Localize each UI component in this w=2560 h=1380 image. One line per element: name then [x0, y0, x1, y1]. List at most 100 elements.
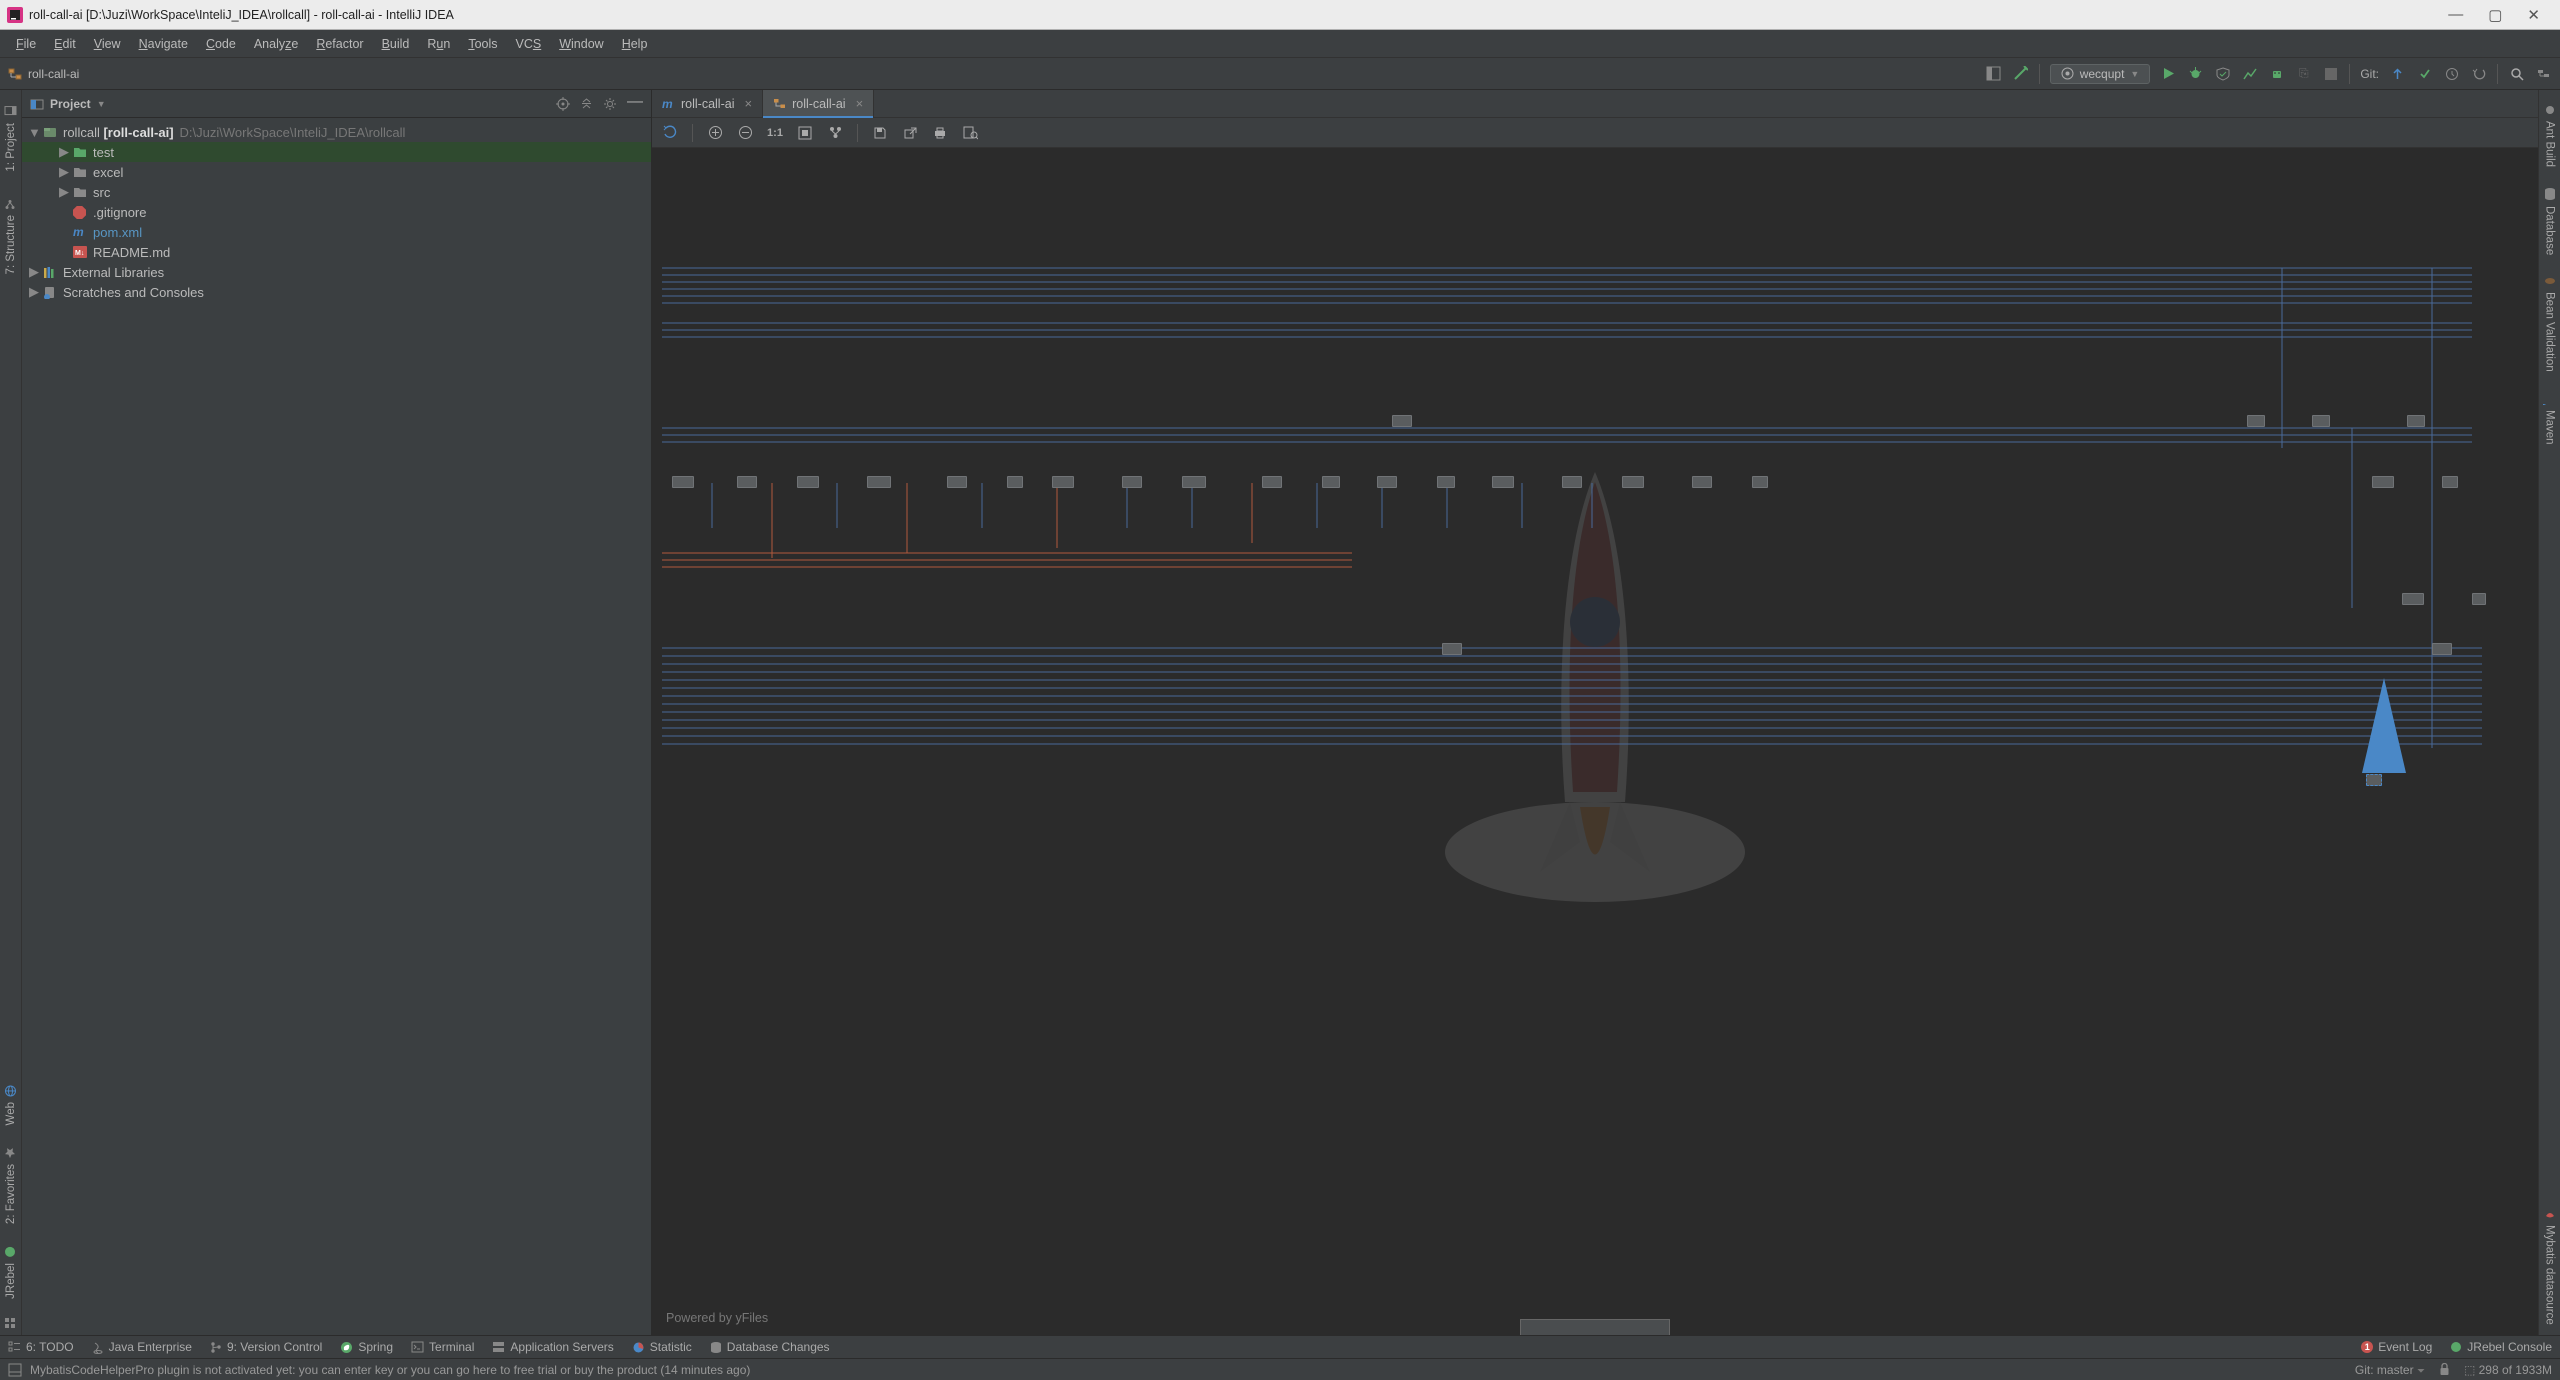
diagram-node[interactable] — [2372, 476, 2394, 488]
diagram-node[interactable] — [2442, 476, 2458, 488]
menu-edit[interactable]: Edit — [46, 34, 84, 54]
tree-root[interactable]: ▼ rollcall [roll-call-ai] D:\Juzi\WorkSp… — [22, 122, 651, 142]
diagram-node[interactable] — [867, 476, 891, 488]
save-icon[interactable] — [872, 125, 888, 141]
maximize-button[interactable]: ▢ — [2488, 6, 2502, 24]
status-message[interactable]: MybatisCodeHelperPro plugin is not activ… — [30, 1363, 750, 1377]
close-button[interactable]: ✕ — [2527, 6, 2540, 24]
diagram-node[interactable] — [1437, 476, 1455, 488]
menu-refactor[interactable]: Refactor — [308, 34, 371, 54]
tool-event-log[interactable]: 1 Event Log — [2361, 1340, 2432, 1354]
tool-project[interactable]: 1: Project — [2, 94, 20, 182]
hide-icon[interactable]: — — [627, 97, 643, 111]
status-git-branch[interactable]: Git: master ⏷ — [2355, 1363, 2425, 1377]
tool-statistic[interactable]: Statistic — [632, 1340, 692, 1354]
chevron-down-icon[interactable]: ▼ — [97, 99, 106, 109]
breadcrumb-root[interactable]: roll-call-ai — [28, 67, 79, 81]
tree-folder-test[interactable]: ▶ test — [22, 142, 651, 162]
menu-window[interactable]: Window — [551, 34, 611, 54]
menu-run[interactable]: Run — [419, 34, 458, 54]
tool-jrebel-console[interactable]: JRebel Console — [2450, 1340, 2552, 1354]
tool-todo[interactable]: 6: TODO — [8, 1340, 74, 1354]
diagram-node[interactable] — [1007, 476, 1023, 488]
menu-navigate[interactable]: Navigate — [131, 34, 196, 54]
print-icon[interactable] — [932, 125, 948, 141]
diagram-node[interactable] — [1182, 476, 1206, 488]
diagram-node[interactable] — [2366, 774, 2382, 786]
diagram-node[interactable] — [947, 476, 967, 488]
diagram-node[interactable] — [2432, 643, 2452, 655]
diagram-minimap[interactable] — [1520, 1319, 1670, 1335]
diagram-node[interactable] — [1692, 476, 1712, 488]
lock-icon[interactable] — [2439, 1363, 2450, 1376]
tree-external-libraries[interactable]: ▶ External Libraries — [22, 262, 651, 282]
diagram-node[interactable] — [2312, 415, 2330, 427]
diagram-node[interactable] — [2247, 415, 2265, 427]
profiler-button[interactable] — [2241, 65, 2258, 82]
project-tree[interactable]: ▼ rollcall [roll-call-ai] D:\Juzi\WorkSp… — [22, 118, 651, 1335]
run-configuration-selector[interactable]: wecqupt ▼ — [2050, 64, 2151, 84]
left-bottom-placeholder[interactable] — [2, 1309, 20, 1335]
vcs-history-button[interactable] — [2443, 65, 2460, 82]
close-tab-icon[interactable]: × — [744, 96, 752, 111]
close-tab-icon[interactable]: × — [856, 96, 864, 111]
diagram-node[interactable] — [1562, 476, 1582, 488]
diagram-node[interactable] — [2402, 593, 2424, 605]
tool-jrebel[interactable]: JRebel — [2, 1234, 20, 1309]
diagram-node[interactable] — [2407, 415, 2425, 427]
tree-file-pom[interactable]: m pom.xml — [22, 222, 651, 242]
menu-view[interactable]: View — [86, 34, 129, 54]
menu-code[interactable]: Code — [198, 34, 244, 54]
diagram-node[interactable] — [1377, 476, 1397, 488]
tool-web[interactable]: Web — [2, 1073, 20, 1135]
vcs-commit-button[interactable] — [2416, 65, 2433, 82]
editor-tab-diagram[interactable]: roll-call-ai × — [763, 90, 874, 117]
editor-tab-pom[interactable]: m roll-call-ai × — [652, 90, 763, 117]
ide-settings-button[interactable] — [2535, 65, 2552, 82]
layout-icon[interactable] — [827, 125, 843, 141]
zoom-out-icon[interactable] — [737, 125, 753, 141]
tree-scratches[interactable]: ▶ Scratches and Consoles — [22, 282, 651, 302]
tree-file-readme[interactable]: M↓ README.md — [22, 242, 651, 262]
locate-icon[interactable] — [556, 97, 570, 111]
tool-database[interactable]: Database — [2542, 177, 2558, 265]
tool-structure[interactable]: 7: Structure — [2, 186, 20, 284]
preview-icon[interactable] — [962, 125, 978, 141]
diagram-node[interactable] — [2472, 593, 2486, 605]
zoom-in-icon[interactable] — [707, 125, 723, 141]
refresh-icon[interactable] — [662, 125, 678, 141]
collapse-all-icon[interactable] — [580, 97, 593, 111]
menu-help[interactable]: Help — [614, 34, 656, 54]
status-widget-icon[interactable] — [8, 1363, 22, 1377]
tool-db-changes[interactable]: Database Changes — [710, 1340, 830, 1354]
tool-java-enterprise[interactable]: Java Enterprise — [92, 1340, 192, 1354]
menu-file[interactable]: File — [8, 34, 44, 54]
tool-spring[interactable]: Spring — [340, 1340, 393, 1354]
diagram-node[interactable] — [1122, 476, 1142, 488]
vcs-update-button[interactable] — [2389, 65, 2406, 82]
export-icon[interactable] — [902, 125, 918, 141]
run-coverage-button[interactable] — [2214, 65, 2231, 82]
zoom-actual-icon[interactable]: 1:1 — [767, 125, 783, 141]
diagram-node[interactable] — [1492, 476, 1514, 488]
gear-icon[interactable] — [603, 97, 617, 111]
diagram-canvas[interactable]: Powered by yFiles — [652, 148, 2538, 1335]
diagram-node[interactable] — [1322, 476, 1340, 488]
tool-bean-validation[interactable]: Bean Validation — [2542, 265, 2558, 382]
build-icon[interactable] — [2012, 65, 2029, 82]
diagram-node[interactable] — [1622, 476, 1644, 488]
diagram-node[interactable] — [737, 476, 757, 488]
attach-button[interactable]: ⎘ — [2295, 65, 2312, 82]
status-memory[interactable]: ⬚ 298 of 1933M — [2464, 1363, 2552, 1377]
tool-favorites[interactable]: 2: Favorites — [2, 1135, 20, 1234]
tool-app-servers[interactable]: Application Servers — [492, 1340, 613, 1354]
debug-button[interactable] — [2187, 65, 2204, 82]
tree-folder-excel[interactable]: ▶ excel — [22, 162, 651, 182]
tree-file-gitignore[interactable]: .gitignore — [22, 202, 651, 222]
android-button[interactable] — [2268, 65, 2285, 82]
search-everywhere-button[interactable] — [2508, 65, 2525, 82]
minimize-button[interactable]: — — [2448, 6, 2463, 24]
diagram-node[interactable] — [1262, 476, 1282, 488]
diagram-node[interactable] — [1392, 415, 1412, 427]
diagram-node[interactable] — [1752, 476, 1768, 488]
